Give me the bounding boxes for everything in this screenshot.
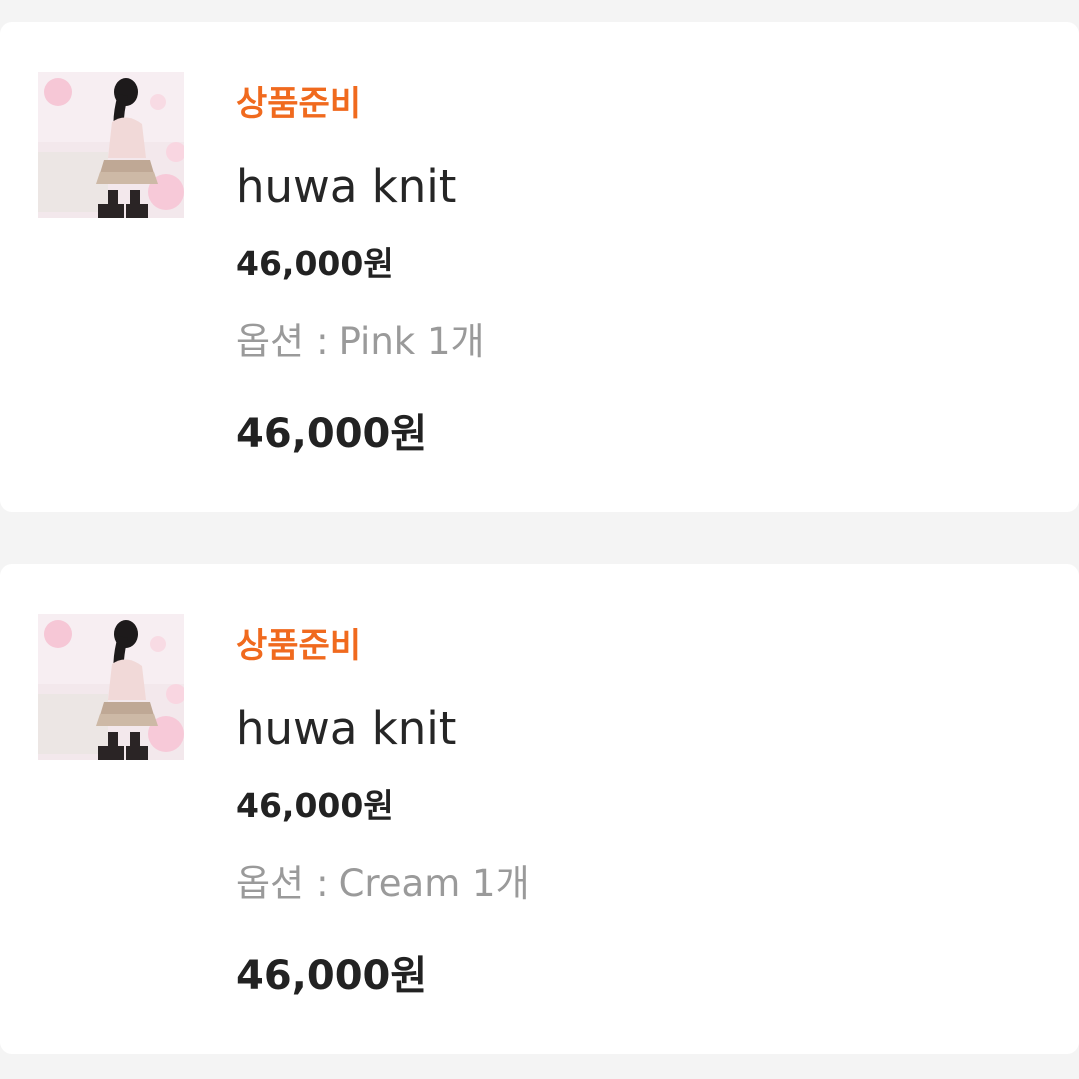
option-text: 옵션: Pink 1개 xyxy=(236,320,485,364)
total-price: 46,000원 xyxy=(236,953,428,999)
option-value: Pink 1개 xyxy=(338,320,485,363)
total-price: 46,000원 xyxy=(236,411,428,457)
option-label: 옵션 xyxy=(236,862,305,905)
unit-price: 46,000원 xyxy=(236,244,394,283)
order-item-card[interactable]: 상품준비 huwa knit 46,000원 옵션: Cream 1개 46,00… xyxy=(0,564,1079,1054)
product-name[interactable]: huwa knit xyxy=(236,162,456,212)
option-separator: : xyxy=(316,320,329,363)
product-thumbnail[interactable] xyxy=(38,614,184,760)
order-list: 상품준비 huwa knit 46,000원 옵션: Pink 1개 46,000… xyxy=(0,0,1079,1079)
product-photo-icon xyxy=(38,614,184,760)
option-value: Cream 1개 xyxy=(338,862,530,905)
product-photo-icon xyxy=(38,72,184,218)
order-item-card[interactable]: 상품준비 huwa knit 46,000원 옵션: Pink 1개 46,000… xyxy=(0,22,1079,512)
unit-price: 46,000원 xyxy=(236,786,394,825)
product-name[interactable]: huwa knit xyxy=(236,704,456,754)
option-label: 옵션 xyxy=(236,320,305,363)
order-status-label: 상품준비 xyxy=(236,626,362,666)
product-thumbnail[interactable] xyxy=(38,72,184,218)
option-separator: : xyxy=(316,862,329,905)
option-text: 옵션: Cream 1개 xyxy=(236,862,530,906)
order-status-label: 상품준비 xyxy=(236,84,362,124)
